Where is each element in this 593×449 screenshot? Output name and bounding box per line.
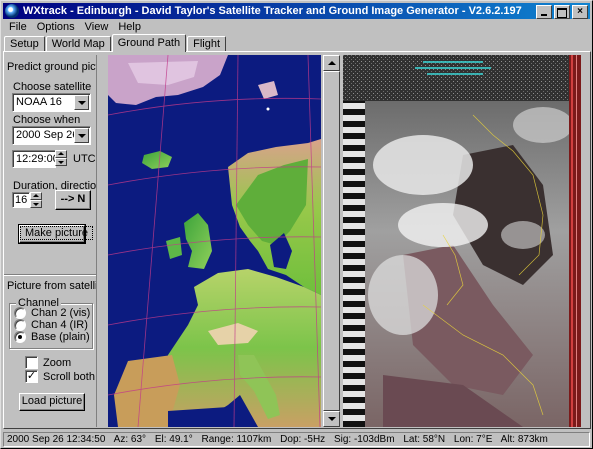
ground-map[interactable] [108, 55, 321, 427]
spin-down-icon[interactable] [30, 200, 42, 208]
time-value: 12:29:00 [16, 153, 56, 165]
scroll-both-checkbox[interactable]: ✓ Scroll both [25, 370, 95, 383]
radio-base[interactable]: Base (plain) [14, 331, 90, 343]
when-label: Choose when [13, 114, 81, 126]
scroll-up-icon[interactable] [323, 55, 340, 71]
radio-button-icon[interactable] [14, 307, 26, 319]
time-input[interactable]: 12:29:00 [12, 150, 56, 168]
tab-ground-path[interactable]: Ground Path [111, 34, 187, 52]
radio-chan2[interactable]: Chan 2 (vis) [14, 307, 90, 319]
tab-strip: Setup World Map Ground Path Flight [4, 34, 227, 52]
title-bar[interactable]: WXtrack - Edinburgh - David Taylor's Sat… [3, 3, 590, 19]
satellite-section-title: Picture from satellite [7, 280, 107, 292]
status-range: Range: 1107km [201, 434, 272, 445]
status-datetime: 2000 Sep 26 12:34:50 [7, 434, 106, 445]
satellite-select[interactable]: NOAA 16 [12, 93, 91, 112]
load-picture-button[interactable]: Load picture [19, 393, 85, 411]
minimize-button[interactable] [536, 5, 552, 19]
scroll-thumb[interactable] [323, 71, 340, 411]
noaa-cloud-image [343, 55, 581, 427]
checkbox-icon[interactable] [25, 356, 38, 369]
date-select[interactable]: 2000 Sep 26 [12, 126, 91, 145]
status-dop: Dop: -5Hz [280, 434, 326, 445]
satellite-image[interactable] [343, 55, 581, 427]
duration-value: 16 [15, 194, 28, 206]
app-window: WXtrack - Edinburgh - David Taylor's Sat… [0, 0, 593, 449]
direction-button[interactable]: --> N [55, 190, 91, 210]
base-label: Base (plain) [31, 331, 90, 343]
map-scrollbar[interactable] [323, 55, 340, 427]
status-lon: Lon: 7°E [453, 434, 493, 445]
time-spinner[interactable] [55, 150, 67, 166]
zoom-label: Zoom [43, 356, 72, 369]
chan4-label: Chan 4 (IR) [31, 319, 88, 331]
satellite-app-icon[interactable] [5, 4, 19, 18]
status-bar: 2000 Sep 26 12:34:50 Az: 63° El: 49.1° R… [3, 432, 590, 447]
duration-spinner[interactable] [30, 192, 42, 208]
status-el: El: 49.1° [154, 434, 193, 445]
radio-button-icon[interactable] [14, 319, 26, 331]
satellite-value: NOAA 16 [16, 96, 62, 108]
spin-up-icon[interactable] [55, 150, 67, 158]
close-button[interactable]: × [572, 5, 588, 19]
chevron-down-icon[interactable] [74, 128, 89, 143]
status-az: Az: 63° [113, 434, 147, 445]
satellite-label: Choose satellite [13, 81, 92, 93]
scroll-down-icon[interactable] [323, 411, 340, 427]
time-unit: UTC [73, 153, 96, 165]
radio-chan4[interactable]: Chan 4 (IR) [14, 319, 88, 331]
duration-input[interactable]: 16 [12, 192, 30, 208]
tab-flight[interactable]: Flight [187, 36, 227, 52]
make-picture-button[interactable]: Make picture [18, 224, 93, 244]
spin-down-icon[interactable] [55, 158, 67, 166]
tab-setup[interactable]: Setup [4, 36, 45, 52]
date-value: 2000 Sep 26 [16, 129, 79, 141]
splitter[interactable] [96, 55, 108, 427]
radio-button-selected-icon[interactable] [14, 331, 26, 343]
europe-relief-map [108, 55, 321, 427]
window-title: WXtrack - Edinburgh - David Taylor's Sat… [23, 5, 522, 17]
spin-up-icon[interactable] [30, 192, 42, 200]
scroll-both-label: Scroll both [43, 370, 95, 383]
tab-world-map[interactable]: World Map [45, 36, 111, 52]
status-lat: Lat: 58°N [403, 434, 446, 445]
status-alt: Alt: 873km [500, 434, 548, 445]
checkbox-checked-icon[interactable]: ✓ [25, 370, 38, 383]
zoom-checkbox[interactable]: Zoom [25, 356, 71, 369]
make-picture-label: Make picture [20, 226, 93, 240]
status-sig: Sig: -103dBm [333, 434, 395, 445]
chan2-label: Chan 2 (vis) [31, 307, 91, 319]
maximize-button[interactable] [554, 5, 570, 19]
divider [4, 274, 96, 276]
chevron-down-icon[interactable] [74, 95, 89, 110]
